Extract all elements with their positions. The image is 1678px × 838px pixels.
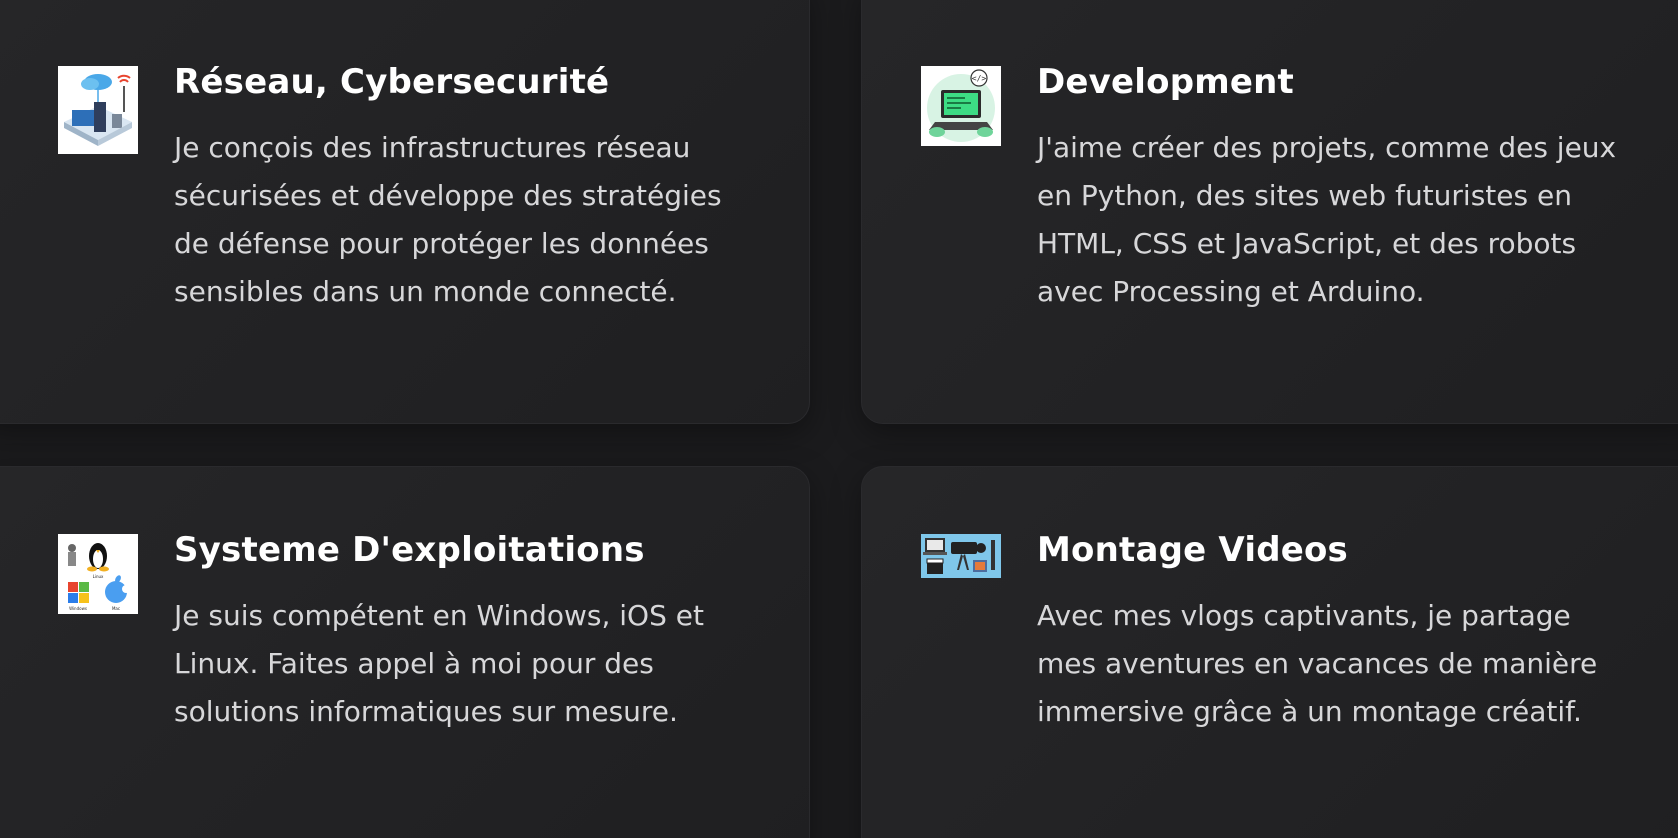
svg-text:</>: </> (972, 74, 987, 83)
icon-label-windows: Windows (69, 606, 87, 611)
icon-label-mac: Mac (112, 606, 120, 611)
card-description: Je conçois des infrastructures réseau sé… (174, 131, 722, 308)
card-description: Je suis compétent en Windows, iOS et Lin… (174, 599, 704, 728)
card-description: J'aime créer des projets, comme des jeux… (1037, 131, 1617, 308)
operating-systems-icon: Linux Windows Mac (58, 534, 138, 614)
card-description: Avec mes vlogs captivants, je partage me… (1037, 599, 1598, 728)
services-grid: Réseau, Cybersecurité Je conçois des inf… (0, 0, 1678, 838)
card-title: Réseau, Cybersecurité (174, 62, 610, 102)
video-editing-icon (921, 534, 1001, 578)
icon-label-linux: Linux (93, 574, 104, 579)
card-title: Systeme D'exploitations (174, 530, 645, 570)
network-security-icon (58, 66, 138, 154)
developer-laptop-icon: </> (921, 66, 1001, 146)
card-title: Development (1037, 62, 1295, 102)
card-title: Montage Videos (1037, 530, 1348, 570)
